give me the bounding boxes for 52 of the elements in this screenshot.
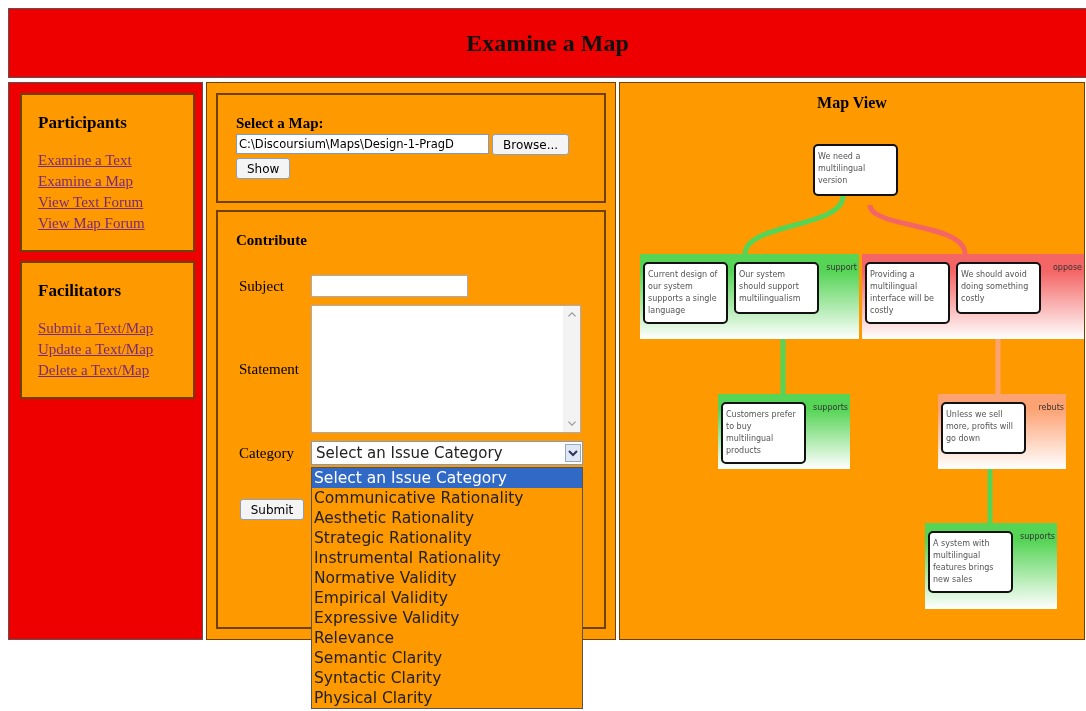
sidebar-link[interactable]: View Map Forum [38,213,145,234]
subject-field[interactable] [311,275,468,297]
map-node[interactable]: A system with multilingual features brings new sales [928,531,1013,593]
sidebar-link[interactable]: Update a Text/Map [38,339,154,360]
dropdown-option[interactable]: Strategic Rationality [312,528,582,548]
scrollbar[interactable] [563,306,580,432]
map-node[interactable]: Current design of our system supports a single language [643,262,728,324]
dropdown-option[interactable]: Aesthetic Rationality [312,508,582,528]
dropdown-option[interactable]: Instrumental Rationality [312,548,582,568]
relation-label: supports [1020,532,1055,541]
map-view-title: Map View [816,94,888,112]
category-dropdown[interactable]: Select an Issue Category [311,441,583,465]
sidebar-link[interactable]: Submit a Text/Map [38,318,154,339]
dropdown-option[interactable]: Semantic Clarity [312,648,582,668]
relation-label: support [826,263,857,272]
connector-line [987,469,993,523]
statement-field[interactable] [311,305,581,433]
sidebar-link[interactable]: Examine a Text [38,150,132,171]
map-node[interactable]: Unless we sell more, profits will go down [941,402,1026,454]
relation-label: rebuts [1038,403,1064,412]
sidebar-link[interactable]: Examine a Map [38,171,133,192]
sidebar-heading: Participants [38,113,128,133]
relation-label: oppose [1052,263,1082,272]
map-node[interactable]: Our system should support multilingualism [734,262,819,314]
page-title: Examine a Map [466,29,629,57]
file-path-field[interactable]: C:\Discoursium\Maps\Design-1-PragD [236,134,489,154]
map-node[interactable]: We need a multilingual version [813,144,898,196]
browse-button[interactable]: Browse... [492,134,570,155]
dropdown-option[interactable]: Physical Clarity [312,688,582,708]
select-map-label: Select a Map: [236,115,325,132]
dropdown-option[interactable]: Syntactic Clarity [312,668,582,688]
scroll-up-icon[interactable] [565,310,578,318]
contribute-heading: Contribute [236,232,308,249]
map-node[interactable]: Customers prefer to buy multilingual products [721,402,806,464]
dropdown-option[interactable]: Expressive Validity [312,608,582,628]
dropdown-option[interactable]: Communicative Rationality [312,488,582,508]
show-button[interactable]: Show [236,158,291,179]
map-node[interactable]: We should avoid doing something costly [956,262,1041,314]
submit-button[interactable]: Submit [240,499,304,520]
statement-label: Statement [239,360,300,378]
dropdown-option[interactable]: Normative Validity [312,568,582,588]
subject-label: Subject [239,277,285,295]
scroll-down-icon[interactable] [565,420,578,428]
sidebar-heading: Facilitators [38,281,123,301]
sidebar-link[interactable]: View Text Forum [38,192,144,213]
sidebar-link[interactable]: Delete a Text/Map [38,360,150,381]
dropdown-option[interactable]: Empirical Validity [312,588,582,608]
dropdown-option[interactable]: Select an Issue Category [312,468,582,488]
category-label: Category [239,444,295,462]
relation-label: supports [813,403,848,412]
map-node[interactable]: Providing a multilingual interface will be costly [865,262,950,324]
dropdown-option[interactable]: Relevance [312,628,582,648]
